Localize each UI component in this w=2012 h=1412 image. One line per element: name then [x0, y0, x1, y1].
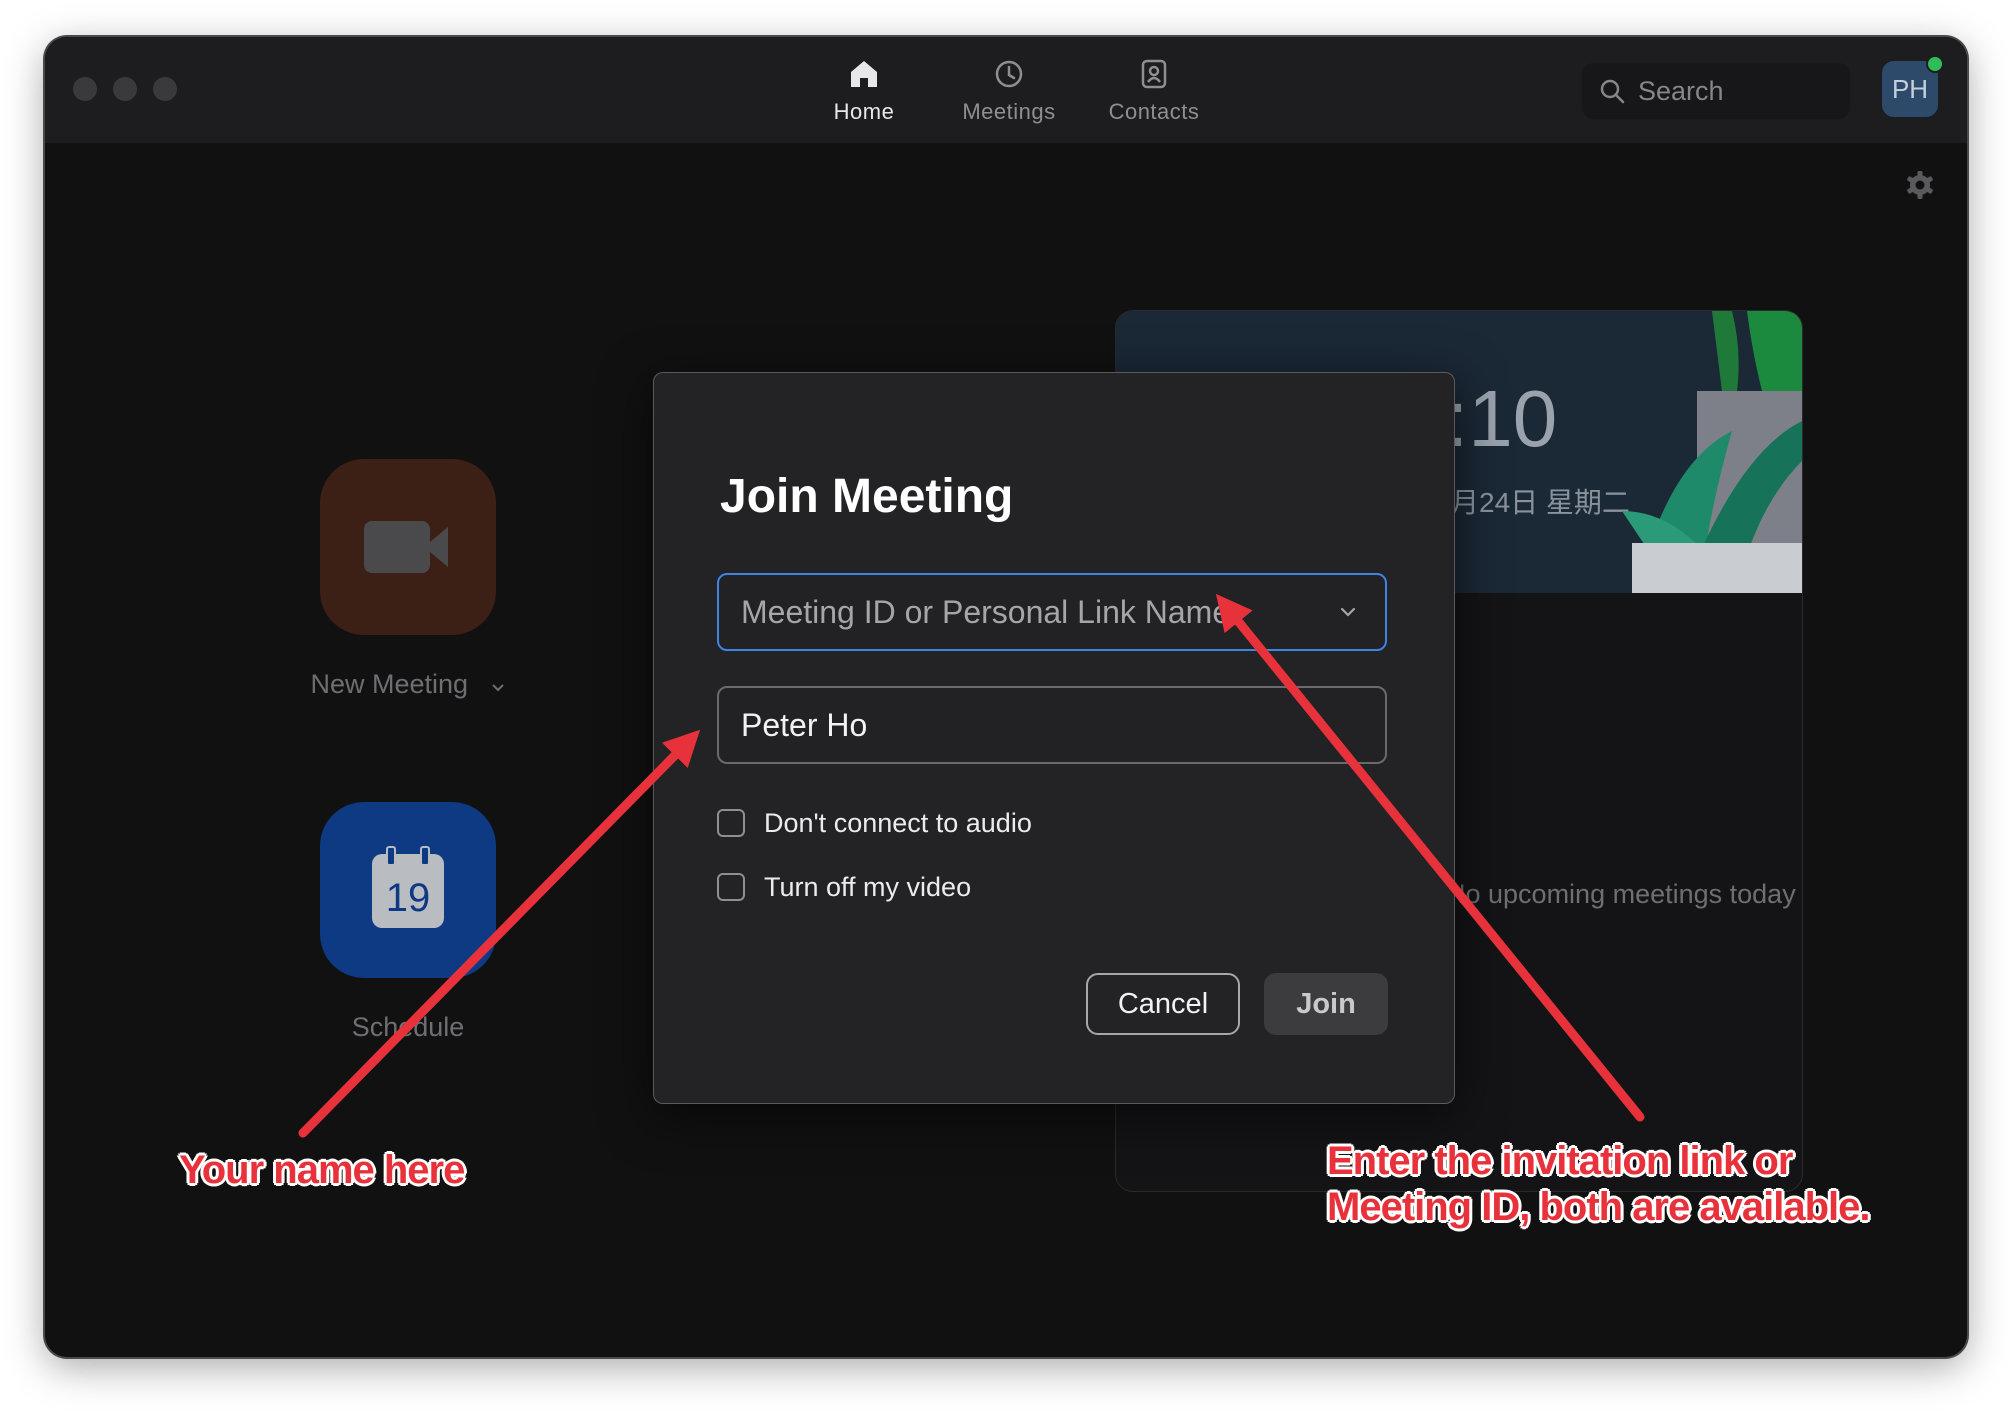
link-annotation-line2: Meeting ID, both are available.	[1327, 1185, 1870, 1229]
link-annotation-line1: Enter the invitation link or	[1327, 1139, 1793, 1183]
arrow-to-meeting-id-field	[1215, 593, 1645, 1122]
arrow-to-name-field	[298, 729, 701, 1138]
name-annotation: Your name here	[179, 1148, 465, 1192]
link-annotation: Enter the invitation link or Meeting ID,…	[1327, 1138, 1870, 1230]
